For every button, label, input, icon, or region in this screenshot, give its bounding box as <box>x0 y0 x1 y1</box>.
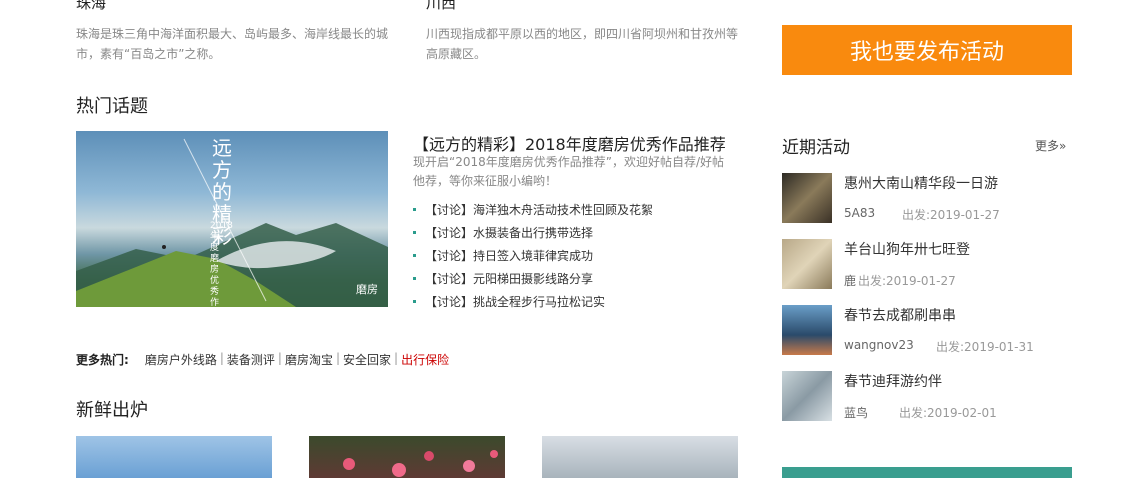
topic-link[interactable]: 【讨论】海洋独木舟活动技术性回顾及花絮 <box>425 201 653 219</box>
activity-user[interactable]: 鹿 <box>844 272 856 289</box>
topic-item[interactable]: 【讨论】挑战全程步行马拉松记实 <box>413 290 653 313</box>
activity-thumb[interactable] <box>782 305 832 355</box>
activity-name[interactable]: 春节迪拜游约伴 <box>844 371 942 391</box>
bullet-icon <box>413 277 416 280</box>
destination-title-chuanxi[interactable]: 川西 <box>426 0 456 13</box>
activity-date: 出发:2019-01-27 <box>858 274 956 288</box>
activity-name[interactable]: 羊台山狗年卅七旺登 <box>844 239 970 259</box>
topic-link[interactable]: 【讨论】水摄装备出行携带选择 <box>425 224 593 242</box>
bullet-icon <box>413 208 416 211</box>
activity-user[interactable]: 蓝鸟 <box>844 404 868 421</box>
destination-title-zhuhai[interactable]: 珠海 <box>76 0 106 13</box>
more-hot-link-gear[interactable]: 装备测评 <box>227 351 275 368</box>
destination-desc-chuanxi: 川西现指成都平原以西的地区，即四川省阿坝州和甘孜州等高原藏区。 <box>426 27 739 61</box>
more-hot-link-safe[interactable]: 安全回家 <box>343 351 391 368</box>
bullet-icon <box>413 254 416 257</box>
activity-date: 出发:2019-01-31 <box>936 340 1034 354</box>
activity-name[interactable]: 春节去成都刷串串 <box>844 305 956 325</box>
more-hot-link-taobao[interactable]: 磨房淘宝 <box>285 351 333 368</box>
topic-list: 【讨论】海洋独木舟活动技术性回顾及花絮 【讨论】水摄装备出行携带选择 【讨论】持… <box>413 198 653 313</box>
activity-thumb[interactable] <box>782 371 832 421</box>
topic-link[interactable]: 【讨论】挑战全程步行马拉松记实 <box>425 293 605 311</box>
bullet-icon <box>413 231 416 234</box>
activity-user[interactable]: 5A83 <box>844 206 875 220</box>
fresh-thumb-2[interactable] <box>309 436 505 478</box>
recent-activities-heading: 近期活动 <box>782 138 850 158</box>
topic-item[interactable]: 【讨论】持日签入境菲律宾成功 <box>413 244 653 267</box>
more-hot-links: 更多热门: 磨房户外线路 | 装备测评 | 磨房淘宝 | 安全回家 | 出行保险 <box>76 351 450 368</box>
activity-item[interactable]: 春节去成都刷串串 wangnov23 出发:2019-01-31 <box>782 305 1082 355</box>
feature-title-link[interactable]: 【远方的精彩】2018年度磨房优秀作品推荐 <box>413 131 726 155</box>
recent-more-link[interactable]: 更多» <box>1035 137 1066 154</box>
more-hot-link-insurance[interactable]: 出行保险 <box>401 351 449 368</box>
fresh-heading: 新鲜出炉 <box>76 400 148 421</box>
destination-desc-zhuhai: 珠海是珠三角中海洋面积最大、岛屿最多、海岸线最长的城市，素有“百岛之市”之称。 <box>76 27 389 61</box>
fresh-thumb-1[interactable] <box>76 436 272 478</box>
topic-item[interactable]: 【讨论】元阳梯田摄影线路分享 <box>413 267 653 290</box>
activity-item[interactable]: 羊台山狗年卅七旺登 鹿 出发:2019-01-27 <box>782 239 1082 289</box>
fresh-thumb-3[interactable] <box>542 436 738 478</box>
feature-image[interactable]: 远方的精彩 2018年度磨房优秀作品推荐 磨房 <box>76 131 388 307</box>
activity-name[interactable]: 惠州大南山精华段一日游 <box>844 173 998 193</box>
more-hot-label: 更多热门: <box>76 353 129 367</box>
publish-activity-button[interactable]: 我也要发布活动 <box>782 25 1072 75</box>
hot-topics-heading: 热门话题 <box>76 96 148 117</box>
more-hot-link-routes[interactable]: 磨房户外线路 <box>145 351 217 368</box>
activity-thumb[interactable] <box>782 239 832 289</box>
feature-image-subtitle: 2018年度磨房优秀作品推荐 <box>210 221 233 307</box>
topic-item[interactable]: 【讨论】海洋独木舟活动技术性回顾及花絮 <box>413 198 653 221</box>
feature-image-logo: 磨房 <box>356 283 378 296</box>
bullet-icon <box>413 300 416 303</box>
activity-item[interactable]: 惠州大南山精华段一日游 5A83 出发:2019-01-27 <box>782 173 1082 223</box>
activity-thumb[interactable] <box>782 173 832 223</box>
topic-link[interactable]: 【讨论】持日签入境菲律宾成功 <box>425 247 593 265</box>
feature-description: 现开启“2018年度磨房优秀作品推荐”，欢迎好帖自荐/好帖他荐，等你来征服小编哟… <box>413 155 725 188</box>
sidebar-next-block <box>782 467 1072 478</box>
activity-user[interactable]: wangnov23 <box>844 338 914 352</box>
activity-date: 出发:2019-02-01 <box>899 406 997 420</box>
topic-link[interactable]: 【讨论】元阳梯田摄影线路分享 <box>425 270 593 288</box>
topic-item[interactable]: 【讨论】水摄装备出行携带选择 <box>413 221 653 244</box>
activity-date: 出发:2019-01-27 <box>902 208 1000 222</box>
activity-item[interactable]: 春节迪拜游约伴 蓝鸟 出发:2019-02-01 <box>782 371 1082 421</box>
